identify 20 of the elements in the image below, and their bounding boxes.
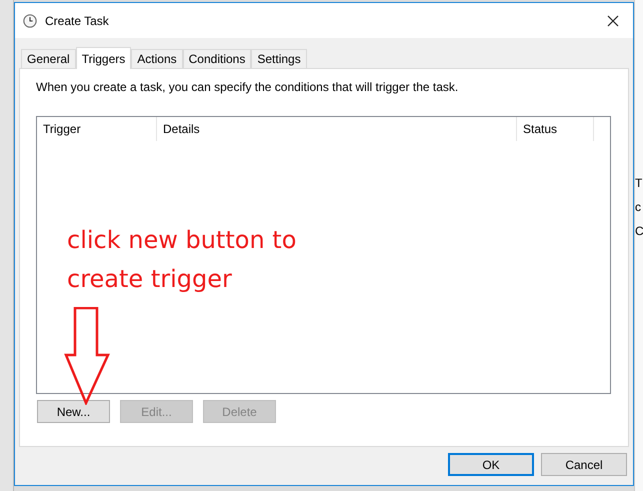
column-header[interactable]: Details — [157, 117, 517, 141]
dialog-button[interactable]: OK — [448, 453, 534, 476]
column-header[interactable]: Status — [517, 117, 594, 141]
close-icon[interactable] — [607, 14, 619, 26]
dialog-button[interactable]: Cancel — [541, 453, 627, 476]
tab[interactable]: Actions — [131, 49, 183, 68]
tab[interactable]: Conditions — [182, 49, 252, 68]
tab[interactable]: Settings — [251, 49, 307, 68]
window-title: Create Task — [45, 14, 110, 28]
down-arrow-icon — [64, 307, 110, 405]
annotation-text: click new button to create trigger — [67, 225, 298, 295]
background-text: c — [635, 200, 641, 214]
column-header[interactable]: Trigger — [37, 117, 157, 141]
tab[interactable]: Triggers — [76, 47, 132, 69]
background-text: C — [635, 224, 643, 238]
clock-icon — [23, 14, 37, 28]
background-text: T — [635, 176, 642, 190]
description-text: When you create a task, you can specify the conditions that will trigger the task. — [36, 80, 460, 94]
tab[interactable]: General — [21, 49, 76, 68]
list-button[interactable]: New... — [37, 400, 110, 423]
